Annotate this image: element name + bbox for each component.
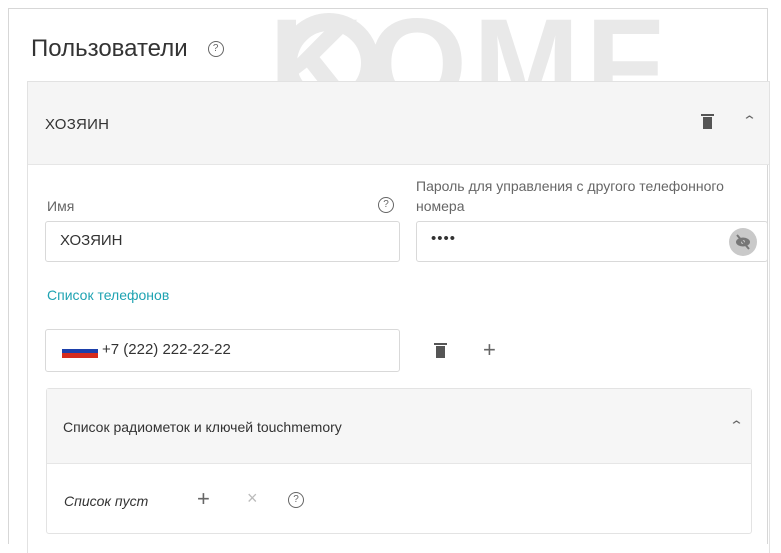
collapse-touchmemory-chevron-up-icon[interactable]: ⌃ (729, 418, 744, 434)
collapse-user-chevron-up-icon[interactable]: ⌃ (742, 113, 757, 129)
user-card-title: ХОЗЯИН (45, 116, 110, 133)
name-field-value: ХОЗЯИН (60, 232, 123, 249)
toggle-password-visibility-button[interactable] (729, 228, 757, 256)
help-icon[interactable]: ? (207, 41, 224, 57)
password-field-value: •••• (431, 230, 457, 247)
phones-list-link[interactable]: Список телефонов (47, 287, 169, 303)
name-label: Имя (47, 198, 75, 214)
phone-field-value: +7 (222) 222-22-22 (102, 341, 231, 358)
touchmemory-card: Список радиометок и ключей touchmemory ⌃… (46, 388, 752, 534)
password-field[interactable]: •••• (416, 221, 768, 262)
user-card: ХОЗЯИН ⌃ Имя ? ХОЗЯИН Пароль для управле… (27, 81, 770, 553)
phone-field[interactable]: +7 (222) 222-22-22 (45, 329, 400, 372)
name-help-icon[interactable]: ? (378, 197, 394, 213)
add-phone-plus-icon[interactable]: + (483, 339, 496, 361)
page-title: Пользователи (31, 35, 188, 62)
delete-user-trash-icon[interactable] (701, 114, 714, 129)
users-panel: KOMF Пользователи ? ХОЗЯИН ⌃ Имя ? ХОЗЯИ… (8, 0, 770, 553)
name-field[interactable]: ХОЗЯИН (45, 221, 400, 262)
touchmemory-title: Список радиометок и ключей touchmemory (63, 419, 342, 435)
delete-phone-trash-icon[interactable] (434, 343, 447, 358)
password-label: Пароль для управления с другого телефонн… (416, 178, 724, 214)
russia-flag-icon[interactable] (62, 344, 98, 358)
empty-list-text: Список пуст (64, 493, 149, 509)
add-touchmemory-plus-icon[interactable]: + (197, 488, 210, 510)
page-header: Пользователи ? (31, 35, 224, 63)
eye-off-icon (736, 234, 750, 250)
clear-close-icon[interactable]: × (247, 488, 258, 509)
touchmemory-help-icon[interactable]: ? (288, 492, 304, 508)
user-card-header[interactable]: ХОЗЯИН ⌃ (28, 82, 769, 165)
touchmemory-header[interactable]: Список радиометок и ключей touchmemory ⌃ (47, 389, 751, 464)
